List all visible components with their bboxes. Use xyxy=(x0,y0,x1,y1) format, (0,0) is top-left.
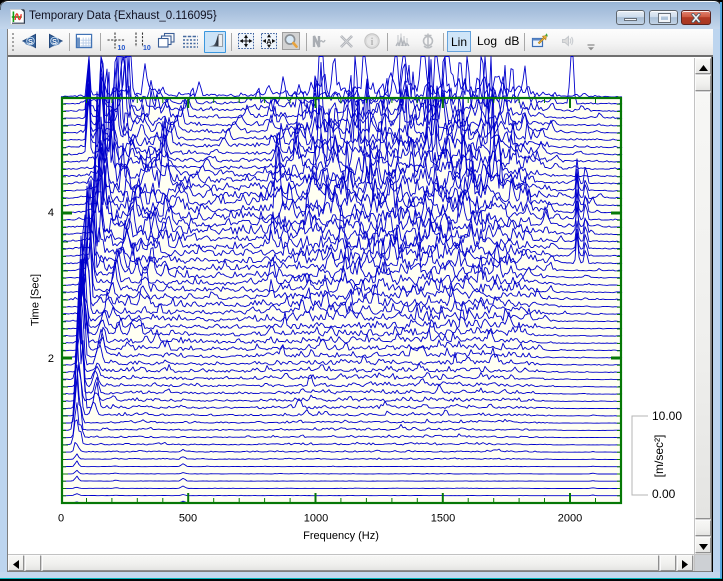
svg-text:2000: 2000 xyxy=(558,513,582,525)
svg-text:2: 2 xyxy=(48,353,54,365)
svg-text:Time [Sec]: Time [Sec] xyxy=(30,274,42,326)
svg-text:4: 4 xyxy=(48,207,54,219)
svg-text:500: 500 xyxy=(179,513,197,525)
svg-text:0.00: 0.00 xyxy=(652,487,676,501)
svg-text:1500: 1500 xyxy=(431,513,455,525)
svg-text:0: 0 xyxy=(58,513,64,525)
svg-text:Frequency (Hz): Frequency (Hz) xyxy=(303,530,379,542)
svg-text:1000: 1000 xyxy=(304,513,328,525)
svg-text:10.00: 10.00 xyxy=(652,409,682,423)
svg-text:[m/sec²]: [m/sec²] xyxy=(652,435,666,478)
